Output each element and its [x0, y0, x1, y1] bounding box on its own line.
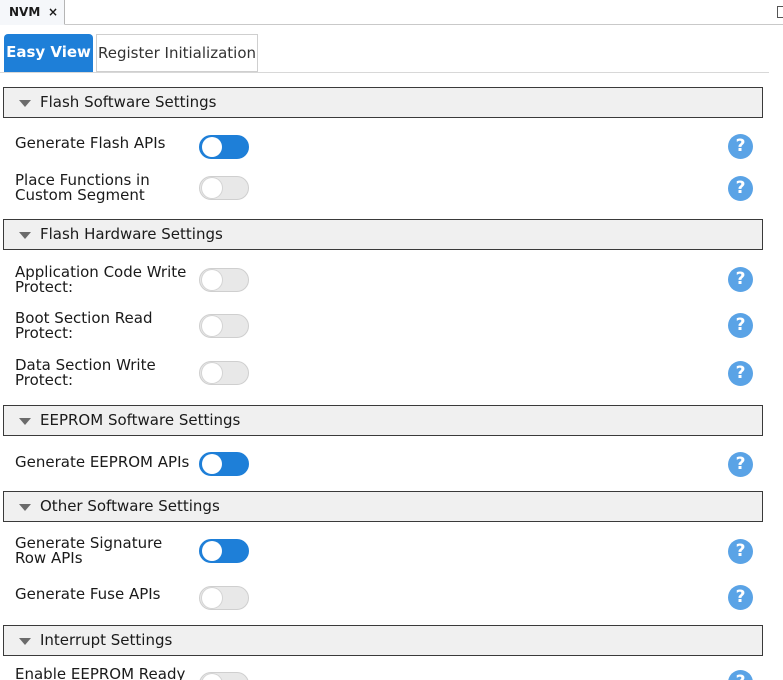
setting-label-line1: Generate Flash APIs: [15, 134, 166, 152]
toggle-knob: [202, 363, 222, 383]
help-icon[interactable]: ?: [728, 452, 753, 477]
tab-nvm-label: NVM: [9, 5, 41, 19]
setting-label-line1: Generate Fuse APIs: [15, 585, 161, 603]
tab-nvm[interactable]: NVM ×: [0, 0, 65, 25]
toggle-knob: [202, 588, 222, 608]
toggle-knob: [202, 674, 222, 680]
toggle-knob: [202, 316, 222, 336]
close-icon[interactable]: ×: [48, 0, 58, 25]
document-tab-bar: NVM ×: [0, 0, 783, 25]
setting-label: Generate EEPROM APIs: [15, 455, 195, 470]
app-code-write-protect-toggle[interactable]: [199, 268, 249, 292]
setting-label-line2: Protect:: [15, 324, 74, 342]
setting-label: Generate Signature Row APIs: [15, 536, 195, 566]
setting-label: Place Functions in Custom Segment: [15, 173, 195, 203]
generate-eeprom-apis-toggle[interactable]: [199, 452, 249, 476]
help-icon[interactable]: ?: [728, 313, 753, 338]
section-title: Flash Software Settings: [40, 93, 217, 111]
setting-label: Data Section Write Protect:: [15, 358, 195, 388]
setting-label-line1: Generate EEPROM APIs: [15, 453, 190, 471]
setting-label-line2: Row APIs: [15, 549, 83, 567]
generate-flash-apis-toggle[interactable]: [199, 135, 249, 159]
toggle-knob: [202, 270, 222, 290]
setting-label: Application Code Write Protect:: [15, 265, 195, 295]
section-title: Interrupt Settings: [40, 631, 173, 649]
setting-label-line2: Protect:: [15, 278, 74, 296]
toggle-knob: [202, 454, 222, 474]
setting-label: Enable EEPROM Ready: [15, 667, 195, 680]
collapse-triangle-icon[interactable]: [19, 100, 31, 107]
collapse-triangle-icon[interactable]: [19, 504, 31, 511]
help-icon[interactable]: ?: [728, 176, 753, 201]
collapse-triangle-icon[interactable]: [19, 638, 31, 645]
section-flash-hardware[interactable]: Flash Hardware Settings: [3, 219, 763, 250]
data-section-write-protect-toggle[interactable]: [199, 361, 249, 385]
section-flash-software[interactable]: Flash Software Settings: [3, 87, 763, 118]
setting-label: Boot Section Read Protect:: [15, 311, 195, 341]
generate-fuse-apis-toggle[interactable]: [199, 586, 249, 610]
boot-section-read-protect-toggle[interactable]: [199, 314, 249, 338]
help-icon[interactable]: ?: [728, 670, 753, 680]
collapse-triangle-icon[interactable]: [19, 232, 31, 239]
tab-register-initialization[interactable]: Register Initialization: [96, 34, 258, 72]
setting-label-line2: Custom Segment: [15, 186, 145, 204]
generate-signature-row-apis-toggle[interactable]: [199, 539, 249, 563]
toggle-knob: [202, 541, 222, 561]
section-title: Other Software Settings: [40, 497, 220, 515]
setting-label: Generate Flash APIs: [15, 136, 195, 151]
setting-label-line1: Enable EEPROM Ready: [15, 665, 186, 680]
help-icon[interactable]: ?: [728, 585, 753, 610]
help-icon[interactable]: ?: [728, 134, 753, 159]
enable-eeprom-ready-toggle[interactable]: [199, 672, 249, 680]
section-interrupt[interactable]: Interrupt Settings: [3, 625, 763, 656]
tab-easy-view[interactable]: Easy View: [4, 34, 93, 72]
toggle-knob: [202, 137, 222, 157]
help-icon[interactable]: ?: [728, 539, 753, 564]
section-title: Flash Hardware Settings: [40, 225, 223, 243]
help-icon[interactable]: ?: [728, 361, 753, 386]
toggle-knob: [202, 178, 222, 198]
section-eeprom-software[interactable]: EEPROM Software Settings: [3, 405, 763, 436]
place-functions-toggle[interactable]: [199, 176, 249, 200]
help-icon[interactable]: ?: [728, 267, 753, 292]
section-title: EEPROM Software Settings: [40, 411, 241, 429]
panel-edge-icon: [777, 6, 783, 18]
setting-label: Generate Fuse APIs: [15, 587, 195, 602]
setting-label-line2: Protect:: [15, 371, 74, 389]
view-tabs: Easy View Register Initialization: [0, 31, 769, 73]
collapse-triangle-icon[interactable]: [19, 418, 31, 425]
section-other-software[interactable]: Other Software Settings: [3, 491, 763, 522]
